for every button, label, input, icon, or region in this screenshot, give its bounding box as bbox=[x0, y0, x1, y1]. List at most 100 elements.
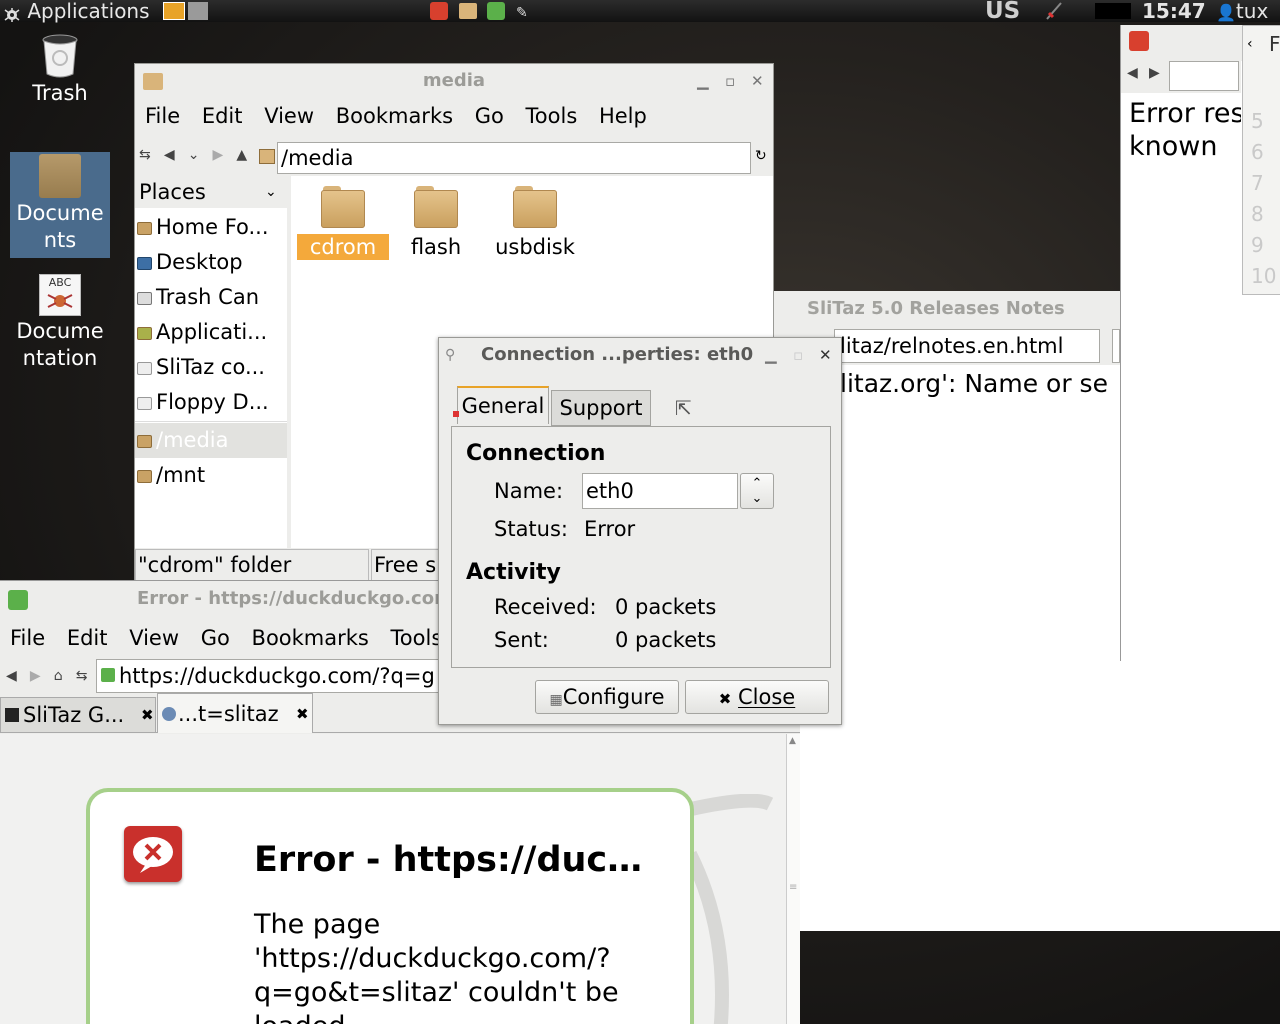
place-item-applications[interactable]: Applicati... bbox=[135, 315, 287, 350]
tab-general[interactable]: General bbox=[457, 386, 549, 424]
menu-tools[interactable]: Tools bbox=[391, 626, 443, 650]
trash-icon bbox=[38, 32, 82, 78]
menu-file[interactable]: File bbox=[10, 626, 45, 650]
place-item-floppy[interactable]: Floppy D... bbox=[135, 385, 287, 420]
line-number: 10 bbox=[1251, 264, 1277, 288]
scroll-grip-icon[interactable]: ≡ bbox=[789, 882, 797, 893]
menu-go[interactable]: Go bbox=[475, 104, 504, 128]
close-tab-icon[interactable]: ✖ bbox=[141, 698, 154, 732]
desktop-icon-label: Docume bbox=[16, 319, 104, 343]
back-arrow-icon[interactable]: ◀ bbox=[6, 668, 17, 684]
pin-icon[interactable]: ⇆ bbox=[76, 668, 88, 684]
vertical-scrollbar[interactable]: ▲ ≡ bbox=[786, 734, 800, 1024]
close-button[interactable]: ✖ Close bbox=[685, 680, 829, 714]
applications-menu-button[interactable]: Applications bbox=[3, 0, 150, 22]
tab-fragment[interactable]: F bbox=[1269, 32, 1280, 56]
tab-support[interactable]: Support bbox=[551, 390, 651, 426]
menu-file[interactable]: File bbox=[145, 104, 180, 128]
refresh-icon[interactable]: ↻ bbox=[755, 148, 767, 164]
connection-properties-dialog: ⚲ Connection ...perties: eth0 ▁ ▫ ✕ Gene… bbox=[438, 337, 842, 725]
menu-edit[interactable]: Edit bbox=[67, 626, 108, 650]
name-spin-button[interactable]: ⌃ ⌄ bbox=[740, 473, 774, 509]
desktop-icon-documentation[interactable]: ABC Docume ntation bbox=[10, 274, 110, 372]
home-folder-icon bbox=[137, 221, 152, 235]
app-icon bbox=[1129, 31, 1149, 51]
folder-label: flash bbox=[410, 235, 462, 259]
place-label: SliTaz co... bbox=[156, 355, 265, 379]
forward-arrow-icon[interactable]: ▶ bbox=[1149, 65, 1160, 81]
close-tab-icon[interactable]: ✖ bbox=[296, 694, 309, 734]
menu-bookmarks[interactable]: Bookmarks bbox=[336, 104, 453, 128]
chevron-left-icon[interactable]: ‹ bbox=[1247, 36, 1253, 52]
place-item-desktop[interactable]: Desktop bbox=[135, 245, 287, 280]
path-bar-toggle-icon[interactable]: ⇆ bbox=[139, 147, 151, 163]
location-field[interactable]: /media bbox=[277, 142, 751, 174]
documentation-badge: ABC bbox=[48, 276, 72, 289]
place-item-home[interactable]: Home Fo... bbox=[135, 210, 287, 245]
site-security-icon bbox=[101, 668, 115, 682]
menu-help[interactable]: Help bbox=[599, 104, 647, 128]
forward-arrow-icon[interactable]: ▶ bbox=[30, 668, 41, 684]
user-menu[interactable]: 👤tux bbox=[1216, 0, 1268, 24]
browser-tab-duckduckgo[interactable]: ...t=slitaz ✖ bbox=[157, 693, 313, 733]
taskbar-window-icon[interactable] bbox=[163, 2, 185, 20]
desktop-icon-label: Docume bbox=[16, 201, 104, 225]
minimize-button[interactable]: ▁ bbox=[765, 338, 777, 372]
place-item-trash[interactable]: Trash Can bbox=[135, 280, 287, 315]
maximize-button[interactable]: ▫ bbox=[793, 338, 803, 372]
connection-name-field[interactable]: eth0 bbox=[582, 473, 738, 509]
history-dropdown-icon[interactable]: ⌄ bbox=[188, 147, 200, 163]
right-side-pane: ‹ F 5 6 7 8 9 10 bbox=[1242, 25, 1280, 295]
file-manager-launcher-icon[interactable] bbox=[459, 3, 477, 19]
back-arrow-icon[interactable]: ◀ bbox=[1127, 65, 1138, 81]
place-item-mnt[interactable]: /mnt bbox=[135, 458, 287, 493]
menu-go[interactable]: Go bbox=[201, 626, 230, 650]
release-notes-url-field[interactable]: litaz/relnotes.en.html bbox=[834, 329, 1100, 363]
content-line: Error res bbox=[1129, 98, 1241, 129]
keyboard-layout-indicator[interactable]: US bbox=[985, 0, 1020, 23]
desktop-icon-documents[interactable]: Docume nts bbox=[10, 152, 110, 258]
sent-label: Sent: bbox=[494, 628, 549, 652]
back-arrow-icon[interactable]: ◀ bbox=[164, 147, 175, 163]
menu-view[interactable]: View bbox=[129, 626, 179, 650]
place-item-media[interactable]: /media bbox=[135, 423, 287, 458]
up-arrow-icon[interactable]: ▲ bbox=[236, 147, 247, 163]
folder-icon bbox=[143, 73, 163, 90]
folder-item-usbdisk[interactable]: usbdisk bbox=[481, 184, 589, 260]
configure-button[interactable]: ▦Configure bbox=[535, 680, 679, 714]
place-item-slitaz[interactable]: SliTaz co... bbox=[135, 350, 287, 385]
dialog-title: Connection ...perties: eth0 bbox=[481, 344, 754, 365]
search-field[interactable] bbox=[1112, 329, 1120, 363]
minimize-button[interactable]: ▁ bbox=[697, 64, 709, 98]
editor-launcher-icon[interactable]: ✎ bbox=[516, 2, 528, 24]
menu-tools[interactable]: Tools bbox=[526, 104, 578, 128]
forward-arrow-icon[interactable]: ▶ bbox=[213, 147, 224, 163]
close-icon[interactable]: ✕ bbox=[819, 338, 832, 372]
home-icon[interactable]: ⌂ bbox=[54, 668, 63, 684]
folder-item-flash[interactable]: flash bbox=[393, 184, 479, 260]
desktop-icon-trash[interactable]: Trash bbox=[10, 32, 110, 107]
menu-edit[interactable]: Edit bbox=[202, 104, 243, 128]
desktop-icon-label: ntation bbox=[22, 346, 98, 370]
file-manager-titlebar: media ▁ ▫ ✕ bbox=[135, 64, 773, 98]
network-tool-icon[interactable] bbox=[430, 2, 448, 20]
browser-launcher-icon[interactable] bbox=[487, 2, 505, 20]
browser-tab-slitaz[interactable]: SliTaz G... ✖ bbox=[0, 697, 156, 733]
maximize-button[interactable]: ▫ bbox=[725, 64, 735, 98]
clock[interactable]: 15:47 bbox=[1142, 0, 1206, 22]
right-window-url-field[interactable] bbox=[1169, 61, 1239, 91]
error-heading: Error - https://duc… bbox=[254, 840, 643, 880]
menu-bookmarks[interactable]: Bookmarks bbox=[252, 626, 369, 650]
user-name: tux bbox=[1235, 0, 1269, 23]
line-number: 9 bbox=[1251, 233, 1264, 257]
menu-view[interactable]: View bbox=[264, 104, 314, 128]
scroll-up-icon[interactable]: ▲ bbox=[789, 736, 796, 746]
release-notes-content: litaz.org': Name or se bbox=[840, 369, 1108, 398]
places-header[interactable]: Places ⌄ bbox=[135, 176, 287, 208]
close-icon[interactable]: ✕ bbox=[751, 64, 764, 98]
network-status-icon[interactable] bbox=[1043, 1, 1065, 21]
taskbar-window-icon[interactable] bbox=[188, 2, 208, 20]
folder-item-cdrom[interactable]: cdrom bbox=[297, 184, 389, 260]
browser-url-field[interactable]: https://duckduckgo.com/?q=g bbox=[96, 659, 440, 693]
desktop-icon-label: Trash bbox=[32, 81, 88, 105]
